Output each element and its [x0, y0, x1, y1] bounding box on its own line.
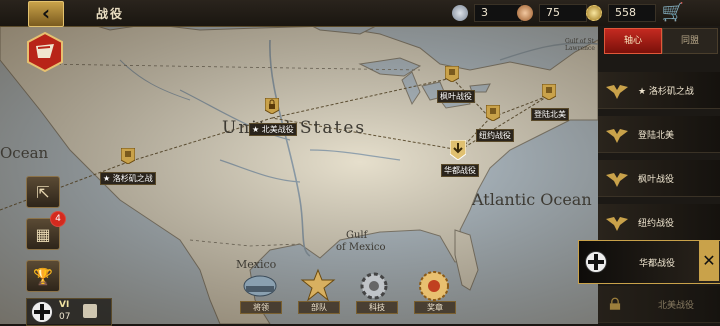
- medal-icon: [419, 271, 449, 301]
- gulf-st-lawrence-label: Gulf of St. Lawrence: [565, 38, 596, 52]
- resource-medals: 3: [452, 4, 522, 22]
- wings-icon: [606, 85, 628, 99]
- close-icon[interactable]: ✕: [699, 241, 719, 281]
- list-item-label: ★ 洛杉矶之战: [638, 87, 694, 97]
- list-item-selected[interactable]: 华都战役 ✕: [578, 240, 720, 284]
- tech-icon: [360, 272, 388, 300]
- list-item[interactable]: ★ 洛杉矶之战: [598, 72, 720, 109]
- campaign-panel: 轴心 同盟 ★ 洛杉矶之战 登陆北美 枫叶战役 纽约战役 华都战役 ✕ 北美战役: [578, 26, 720, 324]
- campaign-marker-capital[interactable]: [450, 140, 466, 160]
- troops-button[interactable]: 部队: [298, 268, 340, 316]
- film-badge: 4: [50, 211, 66, 227]
- campaign-label-north-america[interactable]: ★ 北美战役: [249, 123, 297, 136]
- resource-officers: 75: [517, 4, 587, 22]
- list-item[interactable]: 枫叶战役: [598, 160, 720, 197]
- share-icon: ⇱: [36, 182, 50, 202]
- cart-icon: 🛒: [661, 2, 685, 23]
- rank-roman: VI: [59, 300, 70, 310]
- medal-icon: [452, 5, 468, 21]
- save-icon[interactable]: [83, 304, 97, 318]
- top-bar: ‹ 战役 3 75 558 🛒: [0, 0, 720, 27]
- gulf-label: Gulf: [346, 230, 368, 241]
- iron-cross-icon: [585, 251, 607, 273]
- wings-icon: [606, 129, 628, 143]
- troops-label: 部队: [298, 301, 340, 314]
- tab-axis[interactable]: 轴心: [604, 28, 662, 54]
- back-button[interactable]: ‹: [28, 1, 64, 27]
- wings-icon: [606, 173, 628, 187]
- shop-button[interactable]: 🛒: [660, 2, 686, 24]
- faction-emblem[interactable]: [26, 32, 64, 72]
- tech-label: 科技: [356, 301, 398, 314]
- lock-icon: [609, 297, 621, 310]
- chevron-left-icon: ‹: [41, 1, 51, 25]
- sun-medal-icon: [586, 5, 602, 21]
- list-item[interactable]: 登陆北美: [598, 116, 720, 153]
- player-rank[interactable]: VI 07: [26, 298, 112, 326]
- generals-button[interactable]: 将领: [240, 268, 282, 316]
- campaign-label-maple-leaf[interactable]: 枫叶战役: [437, 90, 475, 103]
- list-item-label: 登陆北美: [638, 131, 675, 141]
- officer-icon: [517, 5, 533, 21]
- medals-label: 奖章: [414, 301, 456, 314]
- gulf-label-2: of Mexico: [336, 242, 386, 253]
- campaign-label-new-york[interactable]: 纽约战役: [476, 129, 514, 142]
- share-button[interactable]: ⇱: [26, 176, 60, 208]
- ocean-label-atlantic: Atlantic Ocean: [472, 190, 592, 209]
- campaign-marker-new-york[interactable]: [486, 105, 500, 121]
- troops-icon: [300, 268, 336, 302]
- campaign-label-capital[interactable]: 华都战役: [441, 164, 479, 177]
- resource-sun-medal-value: 558: [608, 4, 656, 22]
- resource-sun-medal: 558: [586, 4, 656, 22]
- medals-button[interactable]: 奖章: [414, 268, 456, 316]
- campaign-marker-north-america[interactable]: [265, 98, 279, 114]
- general-icon: [243, 275, 277, 297]
- resource-medals-value: 3: [474, 4, 522, 22]
- list-item-label: 北美战役: [658, 301, 695, 311]
- tech-button[interactable]: 科技: [356, 268, 398, 316]
- campaign-label-landing[interactable]: 登陆北美: [531, 108, 569, 121]
- ocean-label-left: Ocean: [0, 144, 49, 162]
- campaign-marker-maple-leaf[interactable]: [445, 66, 459, 82]
- campaign-marker-los-angeles[interactable]: [121, 148, 135, 164]
- wings-icon: [606, 217, 628, 231]
- list-item[interactable]: 纽约战役: [598, 204, 720, 241]
- rank-number: 07: [59, 312, 71, 322]
- campaign-label-los-angeles[interactable]: ★ 洛杉矶之战: [100, 172, 156, 185]
- campaign-marker-landing[interactable]: [542, 84, 556, 100]
- list-item-label: 纽约战役: [638, 219, 675, 229]
- list-item-locked[interactable]: 北美战役: [598, 286, 720, 323]
- iron-cross-icon: [31, 301, 53, 323]
- page-title: 战役: [96, 7, 125, 21]
- trophy-button[interactable]: 🏆: [26, 260, 60, 292]
- film-icon: ▦: [35, 224, 51, 244]
- generals-label: 将领: [240, 301, 282, 314]
- list-item-label: 华都战役: [639, 259, 676, 269]
- trophy-icon: 🏆: [33, 266, 53, 286]
- resource-officers-value: 75: [539, 4, 587, 22]
- list-item-label: 枫叶战役: [638, 175, 675, 185]
- tab-allies[interactable]: 同盟: [662, 28, 718, 54]
